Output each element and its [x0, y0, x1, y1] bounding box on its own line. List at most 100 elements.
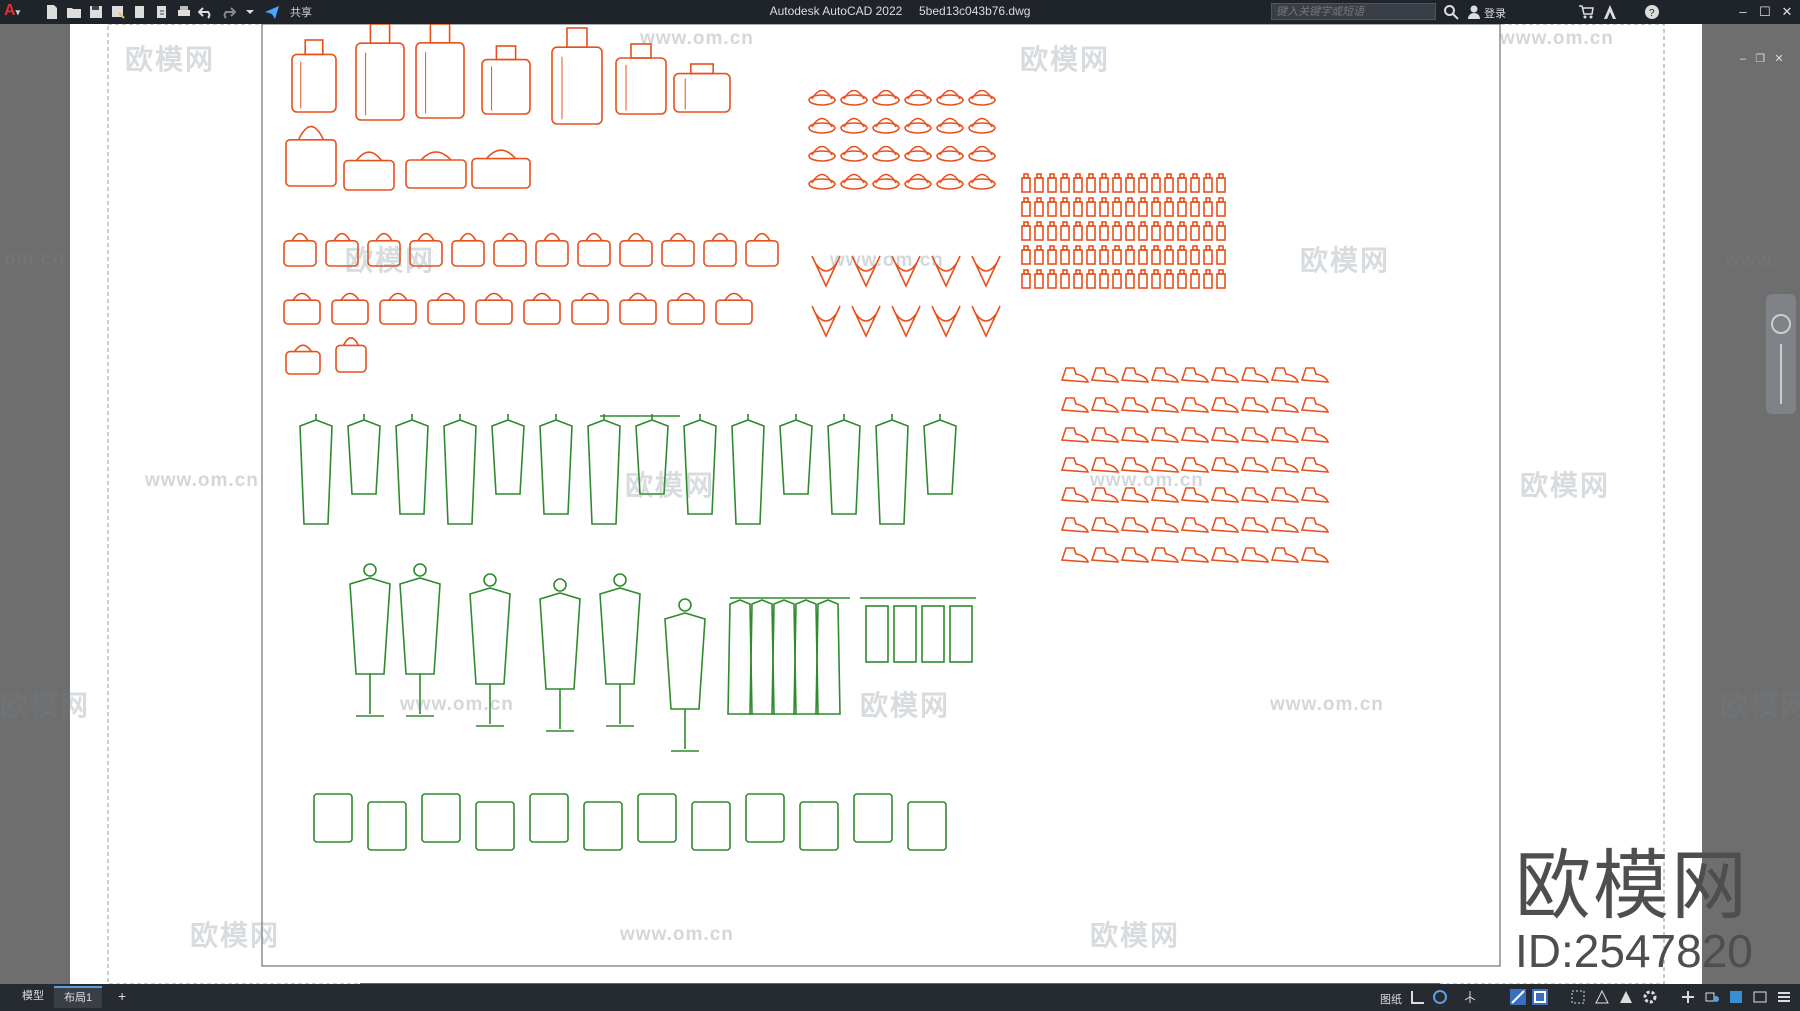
bottle-cap: [1062, 197, 1068, 203]
cosmetic-bottle: [1060, 249, 1070, 265]
polar-tracking-icon[interactable]: [1432, 989, 1448, 1005]
auto-scale-icon[interactable]: [1618, 989, 1634, 1005]
new-file-icon[interactable]: [44, 4, 60, 20]
bottle-cap: [1088, 245, 1094, 251]
isodraft-icon[interactable]: [1462, 989, 1478, 1005]
autocad-logo-icon[interactable]: A▾: [4, 2, 20, 20]
shoe-block: [1210, 547, 1240, 563]
hanging-garment: [395, 414, 429, 515]
plot-icon[interactable]: [176, 4, 192, 20]
bag-block: [745, 240, 779, 267]
bottle-cap: [1192, 197, 1198, 203]
mannequin-dress: [349, 577, 391, 675]
ortho-icon[interactable]: [1410, 989, 1426, 1005]
share-label[interactable]: 共享: [290, 4, 312, 20]
jewelry-bust: [931, 305, 961, 338]
cosmetic-bottle: [1190, 201, 1200, 217]
redo-icon[interactable]: [220, 4, 236, 20]
selection-cycling-icon[interactable]: [1570, 989, 1586, 1005]
bottle-cap: [1075, 269, 1081, 275]
bag-block: [475, 299, 513, 325]
bottle-cap: [1036, 221, 1042, 227]
cosmetic-bottle: [1086, 177, 1096, 193]
bottle-cap: [1153, 245, 1159, 251]
cart-icon[interactable]: [1578, 4, 1594, 20]
cosmetic-bottle: [1216, 225, 1226, 241]
shoe-block: [1060, 427, 1090, 443]
shoe-block: [1180, 427, 1210, 443]
close-button[interactable]: ✕: [1777, 2, 1797, 22]
open-folder-icon[interactable]: [66, 4, 82, 20]
cosmetic-bottle: [1138, 225, 1148, 241]
hanging-garment: [827, 414, 861, 515]
bag-handle: [711, 232, 729, 242]
bottle-cap: [1062, 173, 1068, 179]
drawing-close-button[interactable]: ✕: [1774, 53, 1783, 65]
shoe-block: [1120, 487, 1150, 503]
drawing-restore-button[interactable]: ❐: [1755, 53, 1765, 65]
shoe-block: [1240, 487, 1270, 503]
share-icon[interactable]: [264, 4, 280, 20]
shoe-block: [1210, 517, 1240, 533]
cosmetic-bottle: [1190, 177, 1200, 193]
folded-garment: [583, 801, 623, 851]
shoe-block: [1270, 397, 1300, 413]
steering-wheel-icon[interactable]: [1766, 294, 1796, 414]
paper-sheet: [70, 24, 1702, 984]
tab-layout1[interactable]: 布局1: [54, 986, 103, 1008]
bag-block: [451, 240, 485, 267]
coat-block: [749, 599, 775, 715]
bottle-cap: [1166, 269, 1172, 275]
workspace-gear-icon[interactable]: [1642, 989, 1658, 1005]
mannequin-dress: [469, 587, 511, 685]
bottle-cap: [1088, 173, 1094, 179]
minimize-button[interactable]: –: [1733, 2, 1753, 22]
object-snap-icon[interactable]: [1532, 989, 1548, 1005]
paper-space-toggle[interactable]: 图纸: [1380, 991, 1402, 1007]
bag-block: [523, 299, 561, 325]
help-icon[interactable]: ?: [1644, 4, 1660, 20]
hanging-garment: [635, 414, 669, 495]
drawing-canvas[interactable]: 欧模网 www.om.cn 欧模网 www.om.cn om.cn 欧模网 ww…: [0, 24, 1800, 1004]
customization-menu-icon[interactable]: [1776, 989, 1792, 1005]
tab-model[interactable]: 模型: [12, 986, 54, 1006]
maximize-button[interactable]: ☐: [1755, 2, 1775, 22]
hanging-garment: [347, 414, 381, 495]
hardware-acceleration-icon[interactable]: [1728, 989, 1744, 1005]
isolate-objects-icon[interactable]: [1704, 989, 1720, 1005]
bag-block: [493, 240, 527, 267]
cosmetic-bottle: [1099, 249, 1109, 265]
drawing-minimize-button[interactable]: –: [1740, 53, 1746, 65]
user-icon[interactable]: [1466, 4, 1482, 20]
open-web-icon[interactable]: [132, 4, 148, 20]
bottle-cap: [1049, 197, 1055, 203]
plus-icon[interactable]: [1680, 989, 1696, 1005]
bottle-cap: [1088, 269, 1094, 275]
bag-handle: [333, 232, 351, 242]
save-as-icon[interactable]: [110, 4, 126, 20]
jewelry-bust: [891, 255, 921, 288]
customize-toolbar-icon[interactable]: [242, 4, 258, 20]
luggage-block: [551, 46, 603, 125]
shoe-block: [1210, 457, 1240, 473]
save-icon[interactable]: [88, 4, 104, 20]
bag-block: [283, 240, 317, 267]
add-layout-button[interactable]: +: [108, 986, 136, 1006]
search-input[interactable]: [1271, 3, 1436, 20]
login-label[interactable]: 登录: [1484, 5, 1506, 21]
shoe-block: [1150, 487, 1180, 503]
bottle-cap: [1075, 197, 1081, 203]
bottle-cap: [1049, 245, 1055, 251]
undo-icon[interactable]: [198, 4, 214, 20]
mannequin-head: [553, 578, 567, 592]
clean-screen-icon[interactable]: [1752, 989, 1768, 1005]
shoe-block: [1180, 367, 1210, 383]
autodesk-a360-icon[interactable]: [1602, 4, 1618, 20]
search-icon[interactable]: [1443, 4, 1459, 20]
annotation-visibility-icon[interactable]: [1594, 989, 1610, 1005]
object-snap-tracking-icon[interactable]: [1510, 989, 1526, 1005]
navigation-bar[interactable]: [1766, 294, 1796, 414]
shoe-block: [1270, 427, 1300, 443]
save-web-icon[interactable]: [154, 4, 170, 20]
hanging-garment: [731, 414, 765, 525]
